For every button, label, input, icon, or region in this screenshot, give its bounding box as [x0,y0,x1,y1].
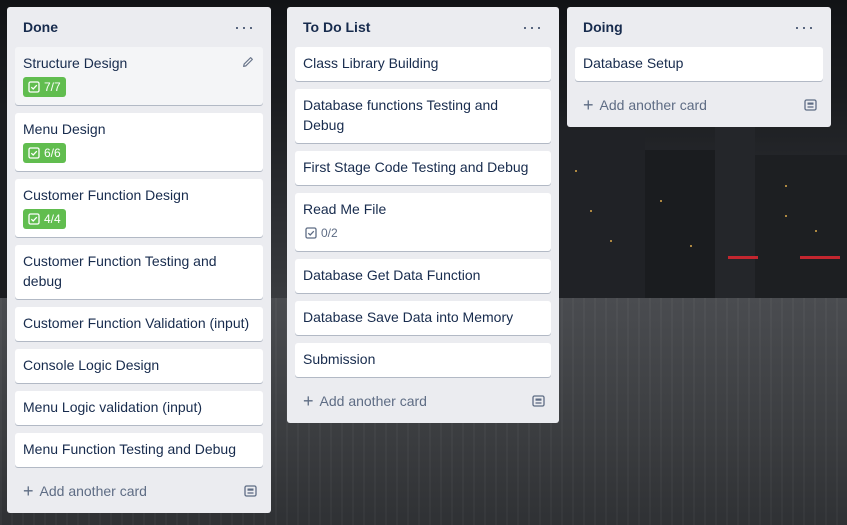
card[interactable]: Structure Design 7/7 [15,47,263,105]
card-title: Menu Function Testing and Debug [23,441,236,457]
list-title[interactable]: Doing [583,19,623,35]
ellipsis-icon[interactable]: ··· [790,16,819,38]
card[interactable]: Class Library Building [295,47,551,81]
checklist-badge: 0/2 [303,223,342,243]
add-card-button[interactable]: + Add another card [303,392,427,410]
card[interactable]: Database Get Data Function [295,259,551,293]
plus-icon: + [583,95,594,115]
kanban-board: Done ··· Structure Design 7/7 Menu Desig… [0,0,847,525]
card-title: Menu Design [23,121,106,137]
list-doing: Doing ··· Database Setup + Add another c… [567,7,831,127]
add-card-row: + Add another card [575,89,823,119]
checklist-count: 0/2 [321,226,338,240]
card-template-icon[interactable] [243,483,259,499]
card-template-icon[interactable] [803,97,819,113]
card-title: First Stage Code Testing and Debug [303,159,529,175]
list-header: To Do List ··· [295,7,551,47]
add-card-button[interactable]: + Add another card [23,482,147,500]
card[interactable]: Customer Function Design 4/4 [15,179,263,237]
card-title: Structure Design [23,55,128,71]
card-title: Customer Function Design [23,187,189,203]
list-header: Doing ··· [575,7,823,47]
card-title: Database Save Data into Memory [303,309,514,325]
checklist-icon [28,147,40,159]
card-title: Customer Function Testing and debug [23,253,217,289]
card[interactable]: Console Logic Design [15,349,263,383]
add-card-button[interactable]: + Add another card [583,96,707,114]
list-title[interactable]: To Do List [303,19,370,35]
ellipsis-icon[interactable]: ··· [518,16,547,38]
pencil-icon[interactable] [241,55,255,69]
checklist-count: 4/4 [44,212,61,226]
checklist-badge: 4/4 [23,209,66,229]
checklist-icon [305,227,317,239]
card-title: Customer Function Validation (input) [23,315,250,331]
checklist-count: 7/7 [44,80,61,94]
plus-icon: + [303,391,314,411]
card-title: Class Library Building [303,55,439,71]
add-card-row: + Add another card [15,475,263,505]
checklist-count: 6/6 [44,146,61,160]
add-card-label: Add another card [39,483,147,499]
checklist-badge: 7/7 [23,77,66,97]
card[interactable]: Menu Logic validation (input) [15,391,263,425]
card[interactable]: Submission [295,343,551,377]
card[interactable]: Menu Design 6/6 [15,113,263,171]
plus-icon: + [23,481,34,501]
card-title: Database Get Data Function [303,267,481,283]
card[interactable]: Database functions Testing and Debug [295,89,551,143]
card[interactable]: Database Save Data into Memory [295,301,551,335]
card[interactable]: Customer Function Testing and debug [15,245,263,299]
add-card-label: Add another card [599,97,707,113]
card[interactable]: Read Me File 0/2 [295,193,551,251]
add-card-row: + Add another card [295,385,551,415]
card-title: Menu Logic validation (input) [23,399,202,415]
add-card-label: Add another card [319,393,427,409]
checklist-icon [28,213,40,225]
card[interactable]: Menu Function Testing and Debug [15,433,263,467]
card[interactable]: Database Setup [575,47,823,81]
list-to-do: To Do List ··· Class Library Building Da… [287,7,559,423]
card-title: Console Logic Design [23,357,160,373]
card-title: Database functions Testing and Debug [303,97,499,133]
checklist-icon [28,81,40,93]
list-header: Done ··· [15,7,263,47]
ellipsis-icon[interactable]: ··· [230,16,259,38]
checklist-badge: 6/6 [23,143,66,163]
list-title[interactable]: Done [23,19,58,35]
card[interactable]: First Stage Code Testing and Debug [295,151,551,185]
list-done: Done ··· Structure Design 7/7 Menu Desig… [7,7,271,513]
card-title: Read Me File [303,201,387,217]
card[interactable]: Customer Function Validation (input) [15,307,263,341]
card-title: Submission [303,351,376,367]
card-template-icon[interactable] [531,393,547,409]
card-title: Database Setup [583,55,684,71]
